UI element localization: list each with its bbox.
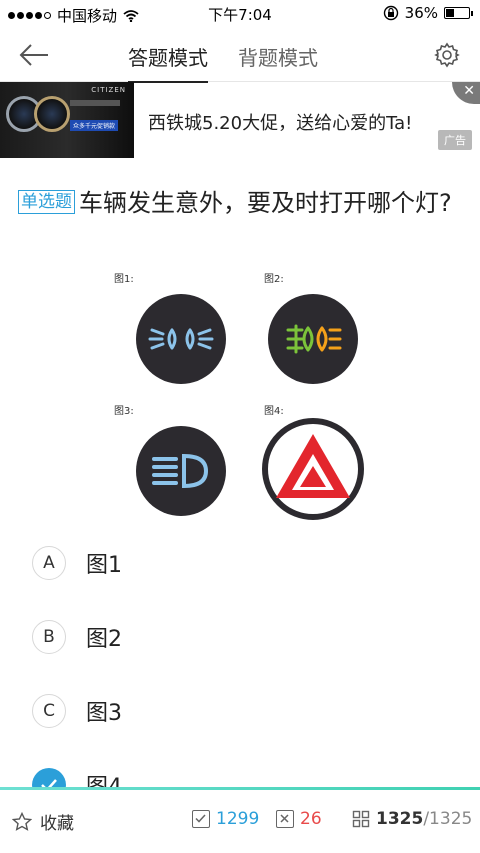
divider xyxy=(0,787,480,790)
battery-percent: 36% xyxy=(404,4,438,22)
ad-text: 西铁城5.20大促，送给心爱的Ta! xyxy=(148,113,413,134)
option-c[interactable]: C 图3 xyxy=(32,691,452,731)
favorite-label: 收藏 xyxy=(40,814,74,834)
tab-review-mode[interactable]: 背题模式 xyxy=(238,42,318,83)
total-count: /1325 xyxy=(423,809,473,829)
ad-badge: 广告 xyxy=(438,130,472,150)
current-index: 1325 xyxy=(376,809,424,829)
position-lamp-icon xyxy=(136,294,226,384)
fog-lamp-icon xyxy=(268,294,358,384)
star-icon xyxy=(12,811,32,831)
wrong-count-value: 26 xyxy=(300,809,322,829)
wrong-x-icon xyxy=(276,810,294,828)
option-text: 图2 xyxy=(86,627,122,652)
figure-label-4: 图4: xyxy=(264,406,284,417)
nav-header: 答题模式 背题模式 xyxy=(0,28,480,83)
option-text: 图1 xyxy=(86,553,122,578)
grid-icon xyxy=(352,810,370,828)
app-screen: 中国移动 下午7:04 36% 答题模式 背题模式 CITIZEN 众多千元促销… xyxy=(0,0,480,853)
question-index[interactable]: 1325/1325 xyxy=(352,809,472,829)
tab-answer-mode[interactable]: 答题模式 xyxy=(128,42,208,83)
ad-brand-logo: CITIZEN xyxy=(91,86,126,94)
option-letter: B xyxy=(32,620,66,654)
ad-banner[interactable]: CITIZEN 众多千元促销款 西铁城5.20大促，送给心爱的Ta! 广告 xyxy=(0,82,480,158)
gear-icon[interactable] xyxy=(434,42,460,68)
wrong-count[interactable]: 26 xyxy=(276,809,322,829)
bottom-bar: 收藏 1299 26 1325/1325 xyxy=(0,787,480,853)
favorite-button[interactable]: 收藏 xyxy=(12,809,74,834)
question-type-badge: 单选题 xyxy=(18,190,75,214)
rotation-lock-icon xyxy=(383,5,398,21)
high-beam-icon xyxy=(136,426,226,516)
question: 单选题 车辆发生意外，要及时打开哪个灯? xyxy=(18,182,458,224)
hazard-warning-icon xyxy=(262,418,364,520)
option-letter: C xyxy=(32,694,66,728)
battery-icon xyxy=(444,7,473,19)
option-text: 图3 xyxy=(86,701,122,726)
correct-count-value: 1299 xyxy=(216,809,260,829)
correct-check-icon xyxy=(192,810,210,828)
back-arrow-icon[interactable] xyxy=(18,42,50,68)
status-bar: 中国移动 下午7:04 36% xyxy=(0,0,480,28)
correct-count[interactable]: 1299 xyxy=(192,809,259,829)
question-figure: 图1: 图2: 图3: 图4: xyxy=(112,268,368,524)
option-b[interactable]: B 图2 xyxy=(32,617,452,657)
option-a[interactable]: A 图1 xyxy=(32,543,452,583)
option-letter: A xyxy=(32,546,66,580)
figure-label-2: 图2: xyxy=(264,274,284,285)
figure-label-3: 图3: xyxy=(114,406,134,417)
figure-label-1: 图1: xyxy=(114,274,134,285)
ad-promo-tag: 众多千元促销款 xyxy=(70,120,119,131)
ad-image: CITIZEN 众多千元促销款 xyxy=(0,82,134,158)
question-text: 车辆发生意外，要及时打开哪个灯? xyxy=(79,189,452,217)
